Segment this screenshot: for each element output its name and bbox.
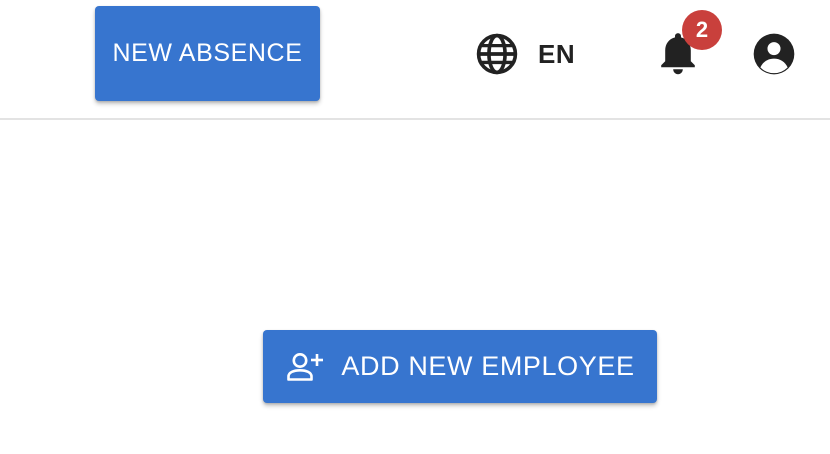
page: NEW ABSENCE EN 2 ADD NEW EMPLOYEE bbox=[0, 0, 830, 454]
account-circle-icon bbox=[751, 33, 797, 81]
account-button[interactable] bbox=[751, 31, 797, 77]
new-absence-button[interactable]: NEW ABSENCE bbox=[95, 6, 320, 101]
language-label: EN bbox=[538, 38, 576, 69]
globe-icon bbox=[474, 31, 520, 77]
person-add-icon bbox=[285, 350, 325, 384]
notification-count-badge: 2 bbox=[682, 10, 722, 50]
top-app-bar: NEW ABSENCE EN 2 bbox=[0, 0, 830, 120]
language-selector[interactable]: EN bbox=[474, 32, 575, 76]
add-new-employee-label: ADD NEW EMPLOYEE bbox=[341, 351, 635, 381]
add-new-employee-button[interactable]: ADD NEW EMPLOYEE bbox=[263, 330, 657, 403]
